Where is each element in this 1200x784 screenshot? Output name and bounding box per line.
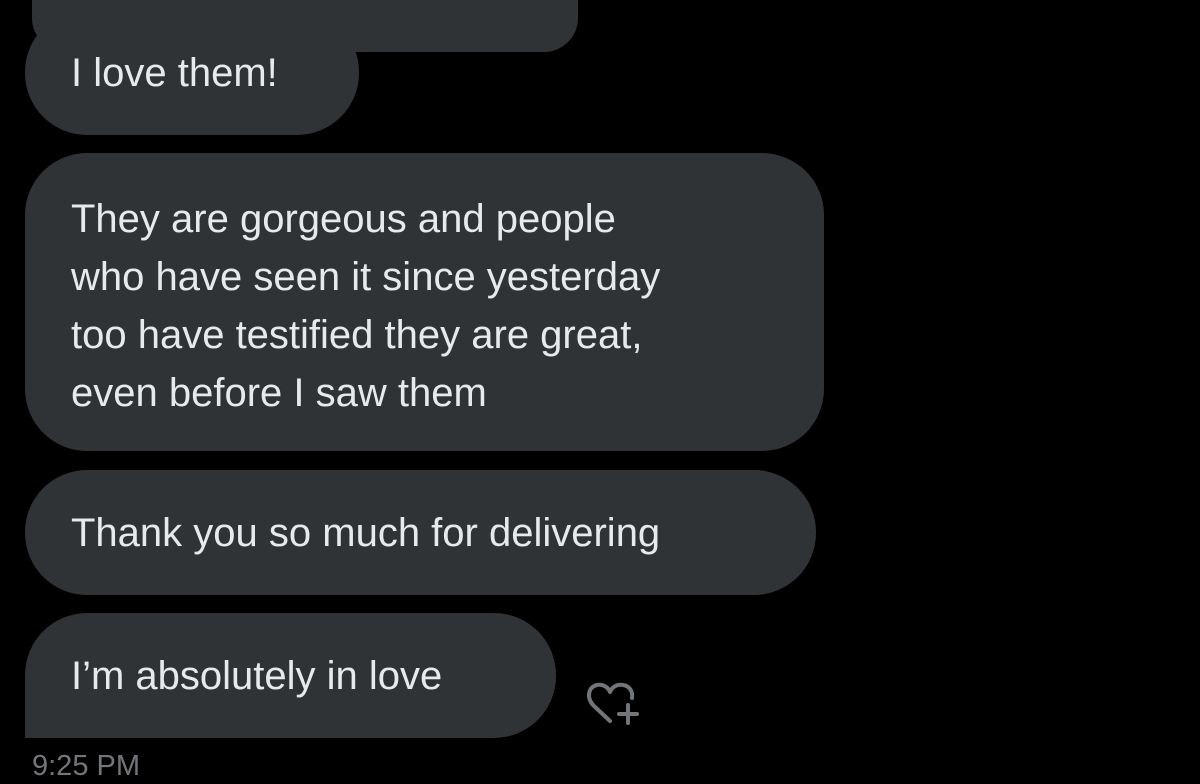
message-text: Thank you so much for delivering — [71, 510, 661, 555]
message-text: I’m absolutely in love — [71, 653, 443, 698]
message-timestamp: 9:25 PM — [32, 750, 140, 782]
message-bubble[interactable]: I love them! — [25, 10, 359, 135]
message-text: I love them! — [71, 50, 278, 95]
heart-plus-icon — [587, 682, 639, 725]
message-bubble[interactable]: I’m absolutely in love — [25, 613, 556, 738]
message-text-line: too have testified they are great, — [71, 313, 643, 357]
message-bubble[interactable]: Thank you so much for delivering — [25, 470, 816, 595]
message-text-line: who have seen it since yesterday — [71, 255, 661, 299]
add-reaction-button[interactable] — [580, 678, 646, 728]
message-text-line: They are gorgeous and people — [71, 197, 616, 241]
message-bubble[interactable]: They are gorgeous and people who have se… — [25, 153, 824, 451]
message-text-line: even before I saw them — [71, 371, 487, 415]
dm-conversation: I love them! They are gorgeous and peopl… — [0, 0, 1200, 784]
